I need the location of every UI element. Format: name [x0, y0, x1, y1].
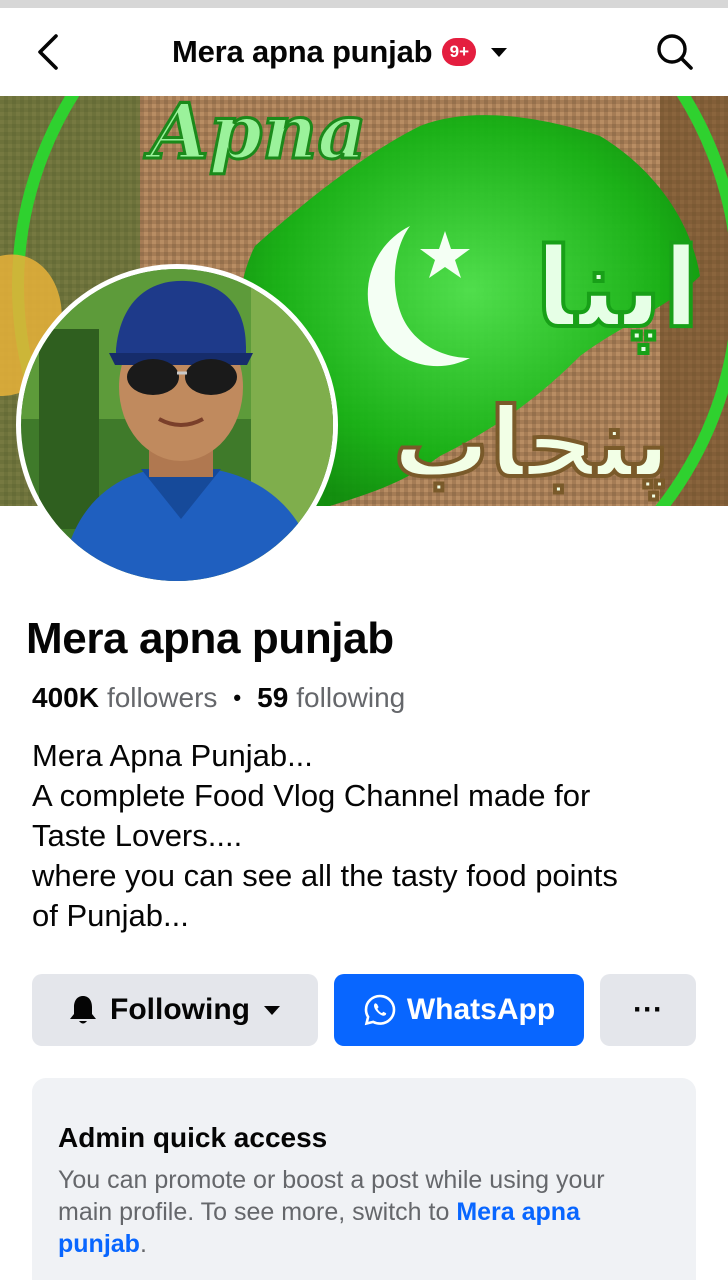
more-dots-icon: ···	[633, 993, 663, 1026]
bio-line: A complete Food Vlog Channel made for	[32, 778, 591, 813]
admin-card-text: You can promote or boost a post while us…	[58, 1164, 658, 1260]
top-bar: Mera apna punjab 9+	[0, 8, 728, 96]
whatsapp-button[interactable]: WhatsApp	[334, 974, 584, 1046]
profile-name: Mera apna punjab	[26, 614, 394, 663]
admin-card-period: .	[139, 1230, 147, 1258]
back-button[interactable]	[26, 28, 70, 76]
bio-line: Mera Apna Punjab...	[32, 738, 313, 773]
notification-badge: 9+	[442, 38, 477, 66]
stats-separator: •	[233, 685, 242, 710]
cover-urdu-line2: پنجاب	[393, 387, 670, 500]
page-switcher[interactable]: Mera apna punjab 9+	[172, 32, 512, 72]
profile-bio: Mera Apna Punjab... A complete Food Vlog…	[32, 736, 712, 936]
following-count[interactable]: 59	[257, 682, 288, 714]
following-label[interactable]: following	[296, 682, 405, 714]
profile-stats: 400K followers • 59 following	[32, 680, 405, 716]
bell-icon	[70, 996, 97, 1024]
chevron-down-icon	[263, 1006, 280, 1015]
followers-count[interactable]: 400K	[32, 682, 99, 714]
bio-line: where you can see all the tasty food poi…	[32, 858, 618, 893]
search-icon	[657, 34, 693, 70]
avatar-image	[21, 269, 333, 581]
status-strip	[0, 0, 728, 8]
search-button[interactable]	[650, 30, 700, 74]
chevron-down-icon	[486, 42, 512, 62]
page-title: Mera apna punjab	[172, 34, 433, 69]
back-arrow-icon	[38, 34, 58, 70]
following-button[interactable]: Following	[32, 974, 318, 1046]
cover-latin-text: Apna	[144, 96, 367, 176]
bio-line: Taste Lovers....	[32, 818, 243, 853]
more-options-button[interactable]: ···	[600, 974, 696, 1046]
bio-line: of Punjab...	[32, 898, 189, 933]
whatsapp-icon	[364, 994, 396, 1026]
admin-quick-access-card: Admin quick access You can promote or bo…	[32, 1078, 696, 1280]
admin-card-title: Admin quick access	[58, 1122, 328, 1153]
whatsapp-button-label: WhatsApp	[406, 993, 556, 1026]
following-button-label: Following	[110, 993, 250, 1026]
profile-picture[interactable]	[16, 264, 338, 586]
cover-urdu-line1: اپنا	[535, 224, 700, 353]
followers-label[interactable]: followers	[107, 682, 217, 714]
